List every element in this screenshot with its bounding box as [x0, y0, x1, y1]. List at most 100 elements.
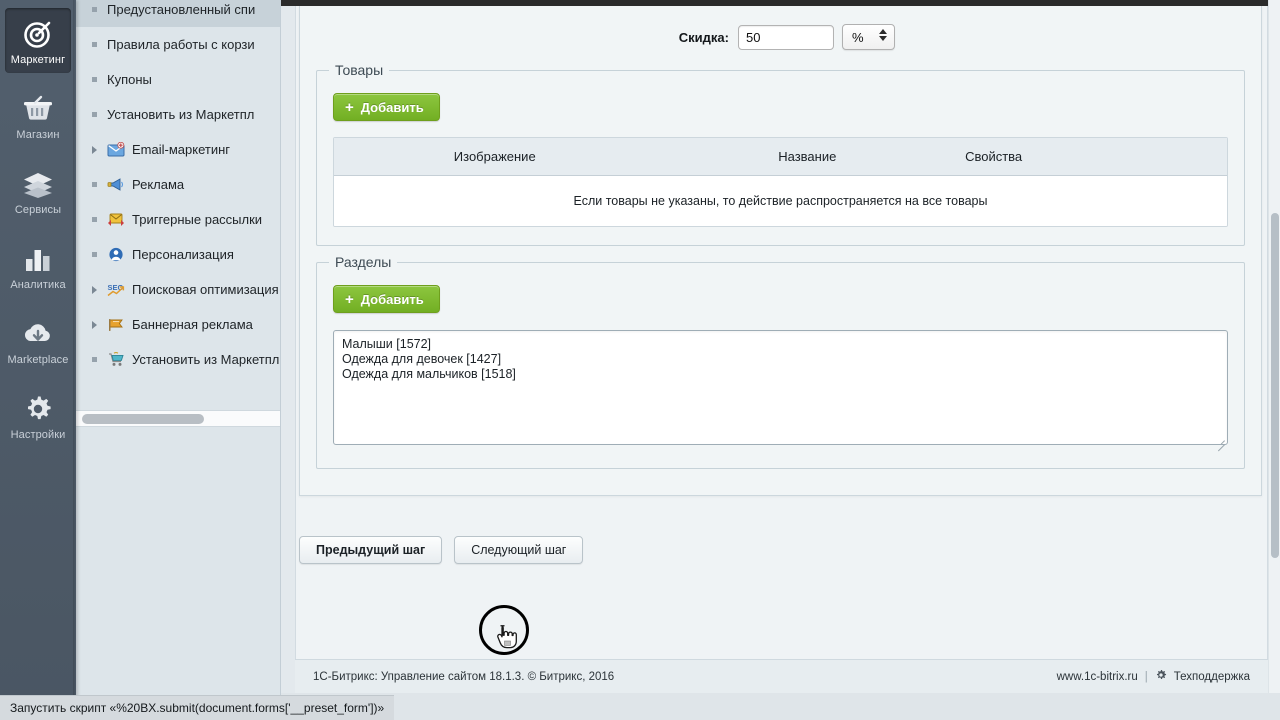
rail-item-settings[interactable]: Настройки [5, 383, 71, 448]
sections-textarea-wrapper [333, 313, 1228, 450]
bullet-icon [92, 42, 105, 47]
rail-item-label: Сервисы [14, 204, 62, 216]
section-menu-list: Предустановленный спи Правила работы с к… [76, 0, 280, 720]
discount-label: Скидка: [678, 29, 729, 45]
bullet-icon [92, 357, 105, 362]
cloud-down-icon [5, 317, 71, 351]
content-scroll-region: Скидка: % Товары + Добавить [281, 6, 1280, 720]
column-header-image: Изображение [453, 149, 536, 164]
bullet-icon [92, 252, 105, 257]
add-product-label: Добавить [360, 99, 424, 115]
rail-item-label: Настройки [10, 429, 66, 441]
seo-icon: SEO [105, 281, 127, 298]
person-circle-icon [105, 246, 127, 263]
discount-unit-select[interactable]: % [842, 24, 895, 50]
sections-block-legend: Разделы [329, 254, 398, 270]
tree-item-personalization[interactable]: Персонализация [76, 237, 280, 272]
footer-site-link[interactable]: www.1c-bitrix.ru [1057, 671, 1138, 683]
tree-item-label: Поисковая оптимизация [132, 282, 279, 297]
add-section-button[interactable]: + Добавить [333, 285, 440, 313]
rail-item-shop[interactable]: Магазин [5, 83, 71, 148]
tree-item-install-marketplace-1[interactable]: Установить из Маркетпл [76, 97, 280, 132]
tree-item-advertising[interactable]: Реклама [76, 167, 280, 202]
tree-item-label: Предустановленный спи [107, 2, 256, 17]
menu-horizontal-scrollbar[interactable] [76, 410, 280, 427]
footer-copyright: 1С-Битрикс: Управление сайтом 18.1.3. © … [313, 670, 615, 683]
tree-item-banner-ads[interactable]: Баннерная реклама [76, 307, 280, 342]
chevron-right-icon[interactable] [92, 320, 105, 329]
bullet-icon [92, 7, 105, 12]
scrollbar-thumb[interactable] [1271, 213, 1279, 558]
discount-field-row: Скидка: % [316, 20, 1245, 54]
bullet-icon [92, 112, 105, 117]
previous-step-button[interactable]: Предыдущий шаг [299, 536, 443, 564]
tree-item-cart-rules[interactable]: Правила работы с корзи [76, 27, 280, 62]
tree-item-label: Email-маркетинг [132, 142, 231, 157]
bullet-icon [92, 77, 105, 82]
tree-item-preset-list[interactable]: Предустановленный спи [76, 0, 280, 27]
chevron-right-icon[interactable] [92, 145, 105, 154]
chevron-right-icon[interactable] [92, 285, 105, 294]
add-product-button[interactable]: + Добавить [333, 93, 440, 121]
products-table-header: Изображение Название Свойства [334, 138, 1227, 176]
tree-item-install-marketplace-2[interactable]: Установить из Маркетпл [76, 342, 280, 377]
discount-value-input[interactable] [738, 24, 834, 50]
column-header-properties: Свойства [965, 149, 1023, 164]
layers-icon [5, 167, 71, 201]
app-window: Маркетинг Магазин Сервисы Аналитика Mark… [0, 0, 1280, 720]
banner-flag-icon [105, 316, 127, 333]
main-content-area: Скидка: % Товары + Добавить [281, 0, 1280, 720]
footer-support-link[interactable]: Техподдержка [1174, 671, 1250, 683]
rail-item-label: Маркетинг [10, 54, 66, 66]
products-block-legend: Товары [329, 62, 390, 78]
footer-separator: | [1144, 670, 1148, 683]
page-vertical-scrollbar[interactable] [1268, 0, 1280, 693]
rail-item-marketing[interactable]: Маркетинг [5, 8, 71, 73]
column-header-name: Название [778, 149, 837, 164]
scrollbar-thumb[interactable] [82, 414, 204, 424]
next-step-button[interactable]: Следующий шаг [454, 536, 584, 564]
stepper-arrows-icon [879, 29, 887, 41]
support-gear-icon [1155, 669, 1167, 684]
tree-item-coupons[interactable]: Купоны [76, 62, 280, 97]
window-bottom-band [281, 693, 1280, 720]
tree-item-trigger-mailings[interactable]: Триггерные рассылки [76, 202, 280, 237]
products-table-empty-message: Если товары не указаны, то действие расп… [334, 176, 1227, 226]
bar-chart-icon [5, 242, 71, 276]
sections-textarea[interactable] [333, 330, 1228, 445]
plus-icon: + [345, 98, 354, 116]
top-dark-strip [281, 0, 1280, 6]
tree-item-label: Реклама [132, 177, 185, 192]
tree-item-label: Персонализация [132, 247, 234, 262]
rail-item-label: Аналитика [10, 279, 66, 291]
sections-block: Разделы + Добавить [316, 254, 1245, 469]
products-table: Изображение Название Свойства Если товар… [333, 137, 1228, 227]
rail-item-label: Магазин [16, 129, 60, 141]
envelope-arrows-icon [105, 211, 127, 228]
rail-item-services[interactable]: Сервисы [5, 158, 71, 223]
rail-item-marketplace[interactable]: Marketplace [5, 308, 71, 373]
rail-item-label: Marketplace [7, 354, 69, 366]
tree-item-seo[interactable]: SEO Поисковая оптимизация [76, 272, 280, 307]
tree-item-label: Баннерная реклама [132, 317, 253, 332]
tree-item-label: Установить из Маркетпл [107, 107, 255, 122]
browser-status-bar: Запустить скрипт «%20BX.submit(document.… [0, 695, 395, 720]
tree-item-label: Правила работы с корзи [107, 37, 255, 52]
tree-item-email-marketing[interactable]: Email-маркетинг [76, 132, 280, 167]
bullet-icon [92, 217, 105, 222]
cart-icon [105, 351, 127, 368]
plus-icon: + [345, 290, 354, 308]
section-menu-panel: Предустановленный спи Правила работы с к… [76, 0, 281, 720]
tree-item-label: Установить из Маркетпл [132, 352, 280, 367]
wizard-step-buttons: Предыдущий шаг Следующий шаг [299, 520, 1262, 584]
discount-preset-form: Скидка: % Товары + Добавить [299, 6, 1262, 496]
megaphone-icon [105, 176, 127, 193]
envelope-plus-icon [105, 141, 127, 158]
tree-item-label: Купоны [107, 72, 152, 87]
gear-icon [5, 392, 71, 426]
tree-item-label: Триггерные рассылки [132, 212, 263, 227]
main-nav-rail: Маркетинг Магазин Сервисы Аналитика Mark… [0, 0, 76, 720]
bullet-icon [92, 182, 105, 187]
rail-item-analytics[interactable]: Аналитика [5, 233, 71, 298]
basket-icon [5, 92, 71, 126]
